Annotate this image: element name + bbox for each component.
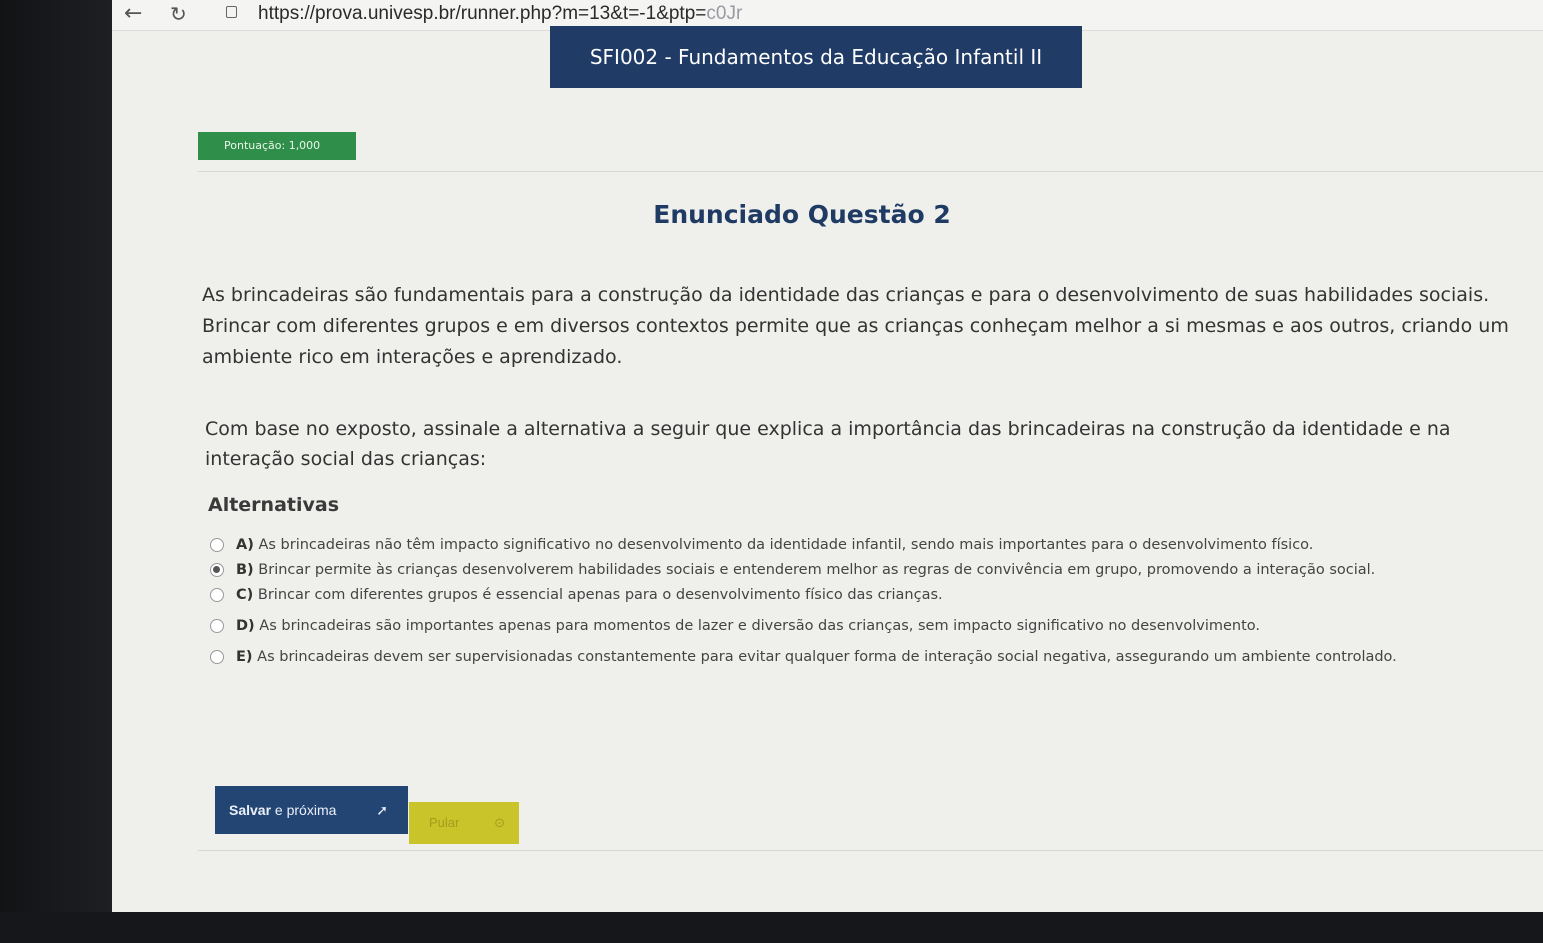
question-prompt: Com base no exposto, assinale a alternat…: [205, 418, 1451, 470]
alternative-letter: E): [236, 649, 253, 665]
back-arrow-icon[interactable]: ←: [124, 2, 142, 26]
radio-d[interactable]: [210, 619, 224, 633]
browser-screen: ← ↻ https://prova.univesp.br/runner.php?…: [112, 0, 1543, 918]
alternative-text: Brincar com diferentes grupos é essencia…: [257, 587, 943, 603]
divider: [198, 850, 1543, 851]
alternative-text: As brincadeiras não têm impacto signific…: [258, 537, 1314, 553]
skip-button[interactable]: Pular ⊙: [409, 802, 519, 844]
alternative-text: As brincadeiras são importantes apenas p…: [259, 618, 1261, 634]
alternative-c[interactable]: C) Brincar com diferentes grupos é essen…: [208, 586, 1538, 605]
alternative-letter: A): [236, 537, 254, 553]
alternative-a[interactable]: A) As brincadeiras não têm impacto signi…: [208, 536, 1538, 555]
save-label-strong: Salvar: [229, 802, 272, 818]
arrow-right-icon: ➚: [376, 802, 388, 818]
alternative-letter: C): [236, 587, 254, 603]
reload-icon[interactable]: ↻: [170, 2, 187, 26]
alternative-letter: B): [236, 562, 254, 578]
url-field[interactable]: https://prova.univesp.br/runner.php?m=13…: [258, 3, 742, 25]
alternative-b[interactable]: B) Brincar permite às crianças desenvolv…: [208, 561, 1538, 580]
radio-c[interactable]: [210, 588, 224, 602]
radio-b[interactable]: [210, 563, 224, 577]
radio-a[interactable]: [210, 538, 224, 552]
alternative-e[interactable]: E) As brincadeiras devem ser supervision…: [208, 648, 1538, 667]
lock-icon[interactable]: [226, 6, 237, 18]
alternatives-heading: Alternativas: [208, 494, 340, 516]
alternatives-list: A) As brincadeiras não têm impacto signi…: [208, 536, 1538, 673]
monitor-bezel-bottom: [0, 912, 1543, 943]
score-badge: Pontuação: 1,000: [198, 132, 356, 160]
divider: [198, 171, 1543, 172]
save-label-rest: e próxima: [271, 802, 337, 818]
save-next-button[interactable]: Salvar e próxima ➚: [215, 786, 408, 834]
alternative-text: Brincar permite às crianças desenvolvere…: [258, 562, 1376, 578]
question-statement: As brincadeiras são fundamentais para a …: [202, 284, 1509, 368]
alternative-letter: D): [236, 618, 255, 634]
question-title: Enunciado Questão 2: [653, 200, 951, 229]
skip-label: Pular: [429, 815, 460, 830]
alternative-d[interactable]: D) As brincadeiras são importantes apena…: [208, 617, 1538, 636]
radio-e[interactable]: [210, 650, 224, 664]
alternative-text: As brincadeiras devem ser supervisionada…: [257, 649, 1397, 665]
skip-icon: ⊙: [494, 815, 505, 830]
course-title: SFI002 - Fundamentos da Educação Infanti…: [550, 26, 1082, 88]
